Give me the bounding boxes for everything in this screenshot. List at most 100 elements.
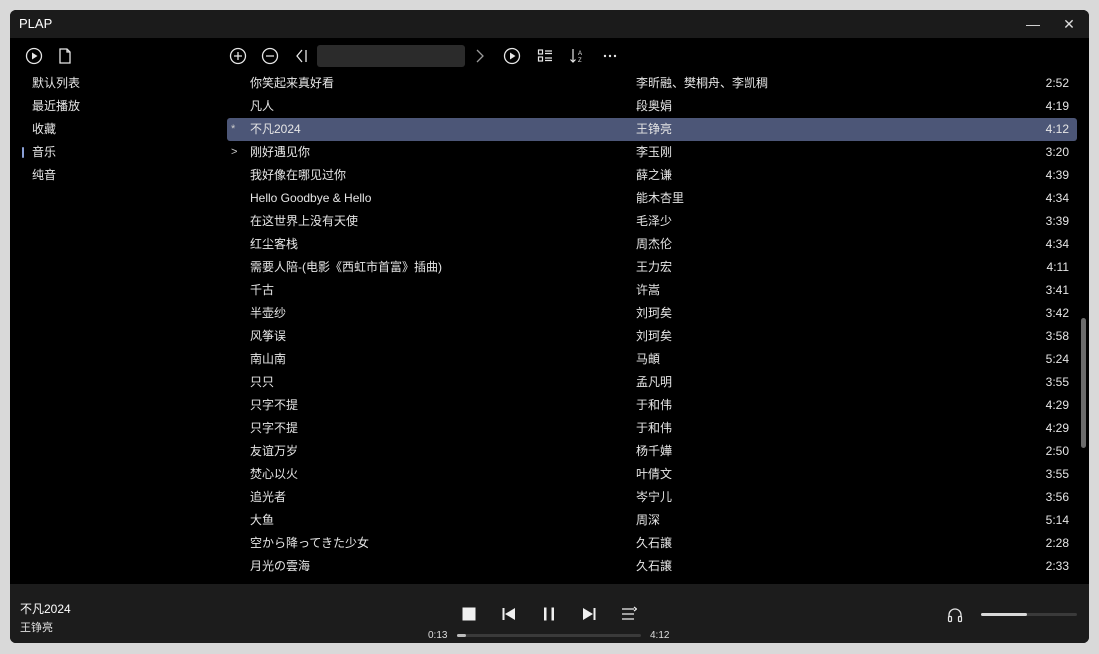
song-list: 你笑起来真好看 李昕融、樊桐舟、李凯稠 2:52 凡人 段奥娟 4:19 * 不凡2024 王铮… [227, 72, 1077, 578]
sidebar-item-recent[interactable]: 最近播放 [10, 95, 225, 118]
sidebar-item-default-list[interactable]: 默认列表 [10, 72, 225, 95]
song-title: 半壶纱 [250, 306, 287, 320]
song-title: 焚心以火 [250, 467, 299, 481]
play-list-button[interactable] [23, 45, 45, 67]
chevron-left-bar-icon [296, 49, 307, 63]
song-row[interactable]: 在这世界上没有天使 毛泽少 3:39 [227, 210, 1077, 233]
song-row[interactable]: 红尘客栈 周杰伦 4:34 [227, 233, 1077, 256]
svg-text:Z: Z [578, 58, 582, 64]
play-button-toolbar[interactable] [501, 45, 523, 67]
song-row[interactable]: 千古 许嵩 3:41 [227, 279, 1077, 302]
song-row[interactable]: 需要人陪-(电影《西虹市首富》插曲) 王力宏 4:11 [227, 256, 1077, 279]
song-duration: 4:29 [1045, 398, 1069, 412]
song-title: 红尘客栈 [250, 237, 299, 251]
song-duration: 3:20 [1045, 145, 1069, 159]
search-input[interactable] [317, 45, 465, 67]
song-duration: 3:55 [1045, 467, 1069, 481]
sidebar-item-music[interactable]: 音乐 [10, 141, 225, 164]
song-title: 空から降ってきた少女 [250, 536, 370, 550]
list-view-button[interactable] [534, 45, 556, 67]
song-row[interactable]: 只只 孟凡明 3:55 [227, 371, 1077, 394]
song-duration: 4:34 [1045, 191, 1069, 205]
song-row[interactable]: 月光の雲海 久石譲 2:33 [227, 555, 1077, 578]
song-row[interactable]: > 刚好遇见你 李玉刚 3:20 [227, 141, 1077, 164]
song-artist: 马頔 [636, 352, 661, 366]
song-row[interactable]: Hello Goodbye & Hello 能木杏里 4:34 [227, 187, 1077, 210]
sort-icon: AZ [570, 49, 582, 64]
sidebar: 默认列表 最近播放 收藏 音乐 纯音 [10, 72, 225, 187]
song-title: 需要人陪-(电影《西虹市首富》插曲) [250, 260, 442, 274]
song-title: 只字不提 [250, 398, 299, 412]
song-duration: 5:24 [1045, 352, 1069, 366]
song-row[interactable]: 凡人 段奥娟 4:19 [227, 95, 1077, 118]
sidebar-item-favorites[interactable]: 收藏 [10, 118, 225, 141]
close-button[interactable]: ✕ [1051, 10, 1087, 38]
minus-circle-icon [261, 47, 279, 65]
sidebar-item-instrumental[interactable]: 纯音 [10, 164, 225, 187]
sidebar-item-label: 音乐 [32, 145, 57, 159]
song-row[interactable]: 只字不提 于和伟 4:29 [227, 394, 1077, 417]
back-button[interactable] [291, 45, 313, 67]
song-row[interactable]: 风筝误 刘珂矣 3:58 [227, 325, 1077, 348]
song-title: 在这世界上没有天使 [250, 214, 359, 228]
song-duration: 5:14 [1045, 513, 1069, 527]
song-title: 千古 [250, 283, 275, 297]
song-duration: 3:41 [1045, 283, 1069, 297]
song-row[interactable]: * 不凡2024 王铮亮 4:12 [227, 118, 1077, 141]
song-title: 大鱼 [250, 513, 275, 527]
song-artist: 岑宁儿 [636, 490, 673, 504]
song-duration: 3:55 [1045, 375, 1069, 389]
song-artist: 刘珂矣 [636, 306, 673, 320]
pause-icon [544, 607, 554, 621]
song-artist: 杨千嬅 [636, 444, 673, 458]
progress-bar[interactable] [457, 634, 641, 637]
scroll-thumb[interactable] [1081, 318, 1086, 448]
scrollbar[interactable] [1080, 72, 1086, 584]
song-marker: > [231, 146, 238, 158]
song-row[interactable]: 空から降ってきた少女 久石譲 2:28 [227, 532, 1077, 555]
song-duration: 2:50 [1045, 444, 1069, 458]
skip-previous-icon [502, 608, 515, 620]
song-artist: 于和伟 [636, 421, 673, 435]
song-duration: 4:34 [1045, 237, 1069, 251]
song-artist: 薛之谦 [636, 168, 673, 182]
output-device-button[interactable] [945, 605, 965, 625]
previous-button[interactable] [499, 604, 519, 624]
minimize-button[interactable]: — [1015, 10, 1051, 38]
playlist-mode-button[interactable] [619, 604, 639, 624]
pause-button[interactable] [539, 604, 559, 624]
song-row[interactable]: 你笑起来真好看 李昕融、樊桐舟、李凯稠 2:52 [227, 72, 1077, 95]
stop-button[interactable] [459, 604, 479, 624]
search-next-button[interactable] [469, 45, 491, 67]
song-duration: 3:39 [1045, 214, 1069, 228]
song-row[interactable]: 南山南 马頔 5:24 [227, 348, 1077, 371]
song-row[interactable]: 焚心以火 叶倩文 3:55 [227, 463, 1077, 486]
more-button[interactable] [599, 45, 621, 67]
song-row[interactable]: 只字不提 于和伟 4:29 [227, 417, 1077, 440]
total-time: 4:12 [650, 630, 670, 641]
song-row[interactable]: 半壶纱 刘珂矣 3:42 [227, 302, 1077, 325]
new-list-button[interactable] [54, 45, 76, 67]
remove-button[interactable] [259, 45, 281, 67]
elapsed-time: 0:13 [428, 630, 448, 641]
song-row[interactable]: 大鱼 周深 5:14 [227, 509, 1077, 532]
svg-text:A: A [578, 51, 582, 57]
song-row[interactable]: 友谊万岁 杨千嬅 2:50 [227, 440, 1077, 463]
sort-button[interactable]: AZ [567, 45, 589, 67]
song-duration: 4:11 [1046, 260, 1069, 274]
song-title: 月光の雲海 [250, 559, 311, 573]
sidebar-item-label: 最近播放 [32, 99, 81, 113]
song-row[interactable]: 追光者 岑宁儿 3:56 [227, 486, 1077, 509]
song-title: 只只 [250, 375, 275, 389]
song-artist: 刘珂矣 [636, 329, 673, 343]
add-button[interactable] [227, 45, 249, 67]
song-title: 友谊万岁 [250, 444, 299, 458]
chevron-right-icon [476, 49, 484, 63]
song-duration: 3:58 [1045, 329, 1069, 343]
next-button[interactable] [579, 604, 599, 624]
song-title: 只字不提 [250, 421, 299, 435]
minimize-icon: — [1026, 16, 1040, 32]
volume-slider[interactable] [981, 613, 1077, 616]
song-artist: 于和伟 [636, 398, 673, 412]
song-row[interactable]: 我好像在哪见过你 薛之谦 4:39 [227, 164, 1077, 187]
